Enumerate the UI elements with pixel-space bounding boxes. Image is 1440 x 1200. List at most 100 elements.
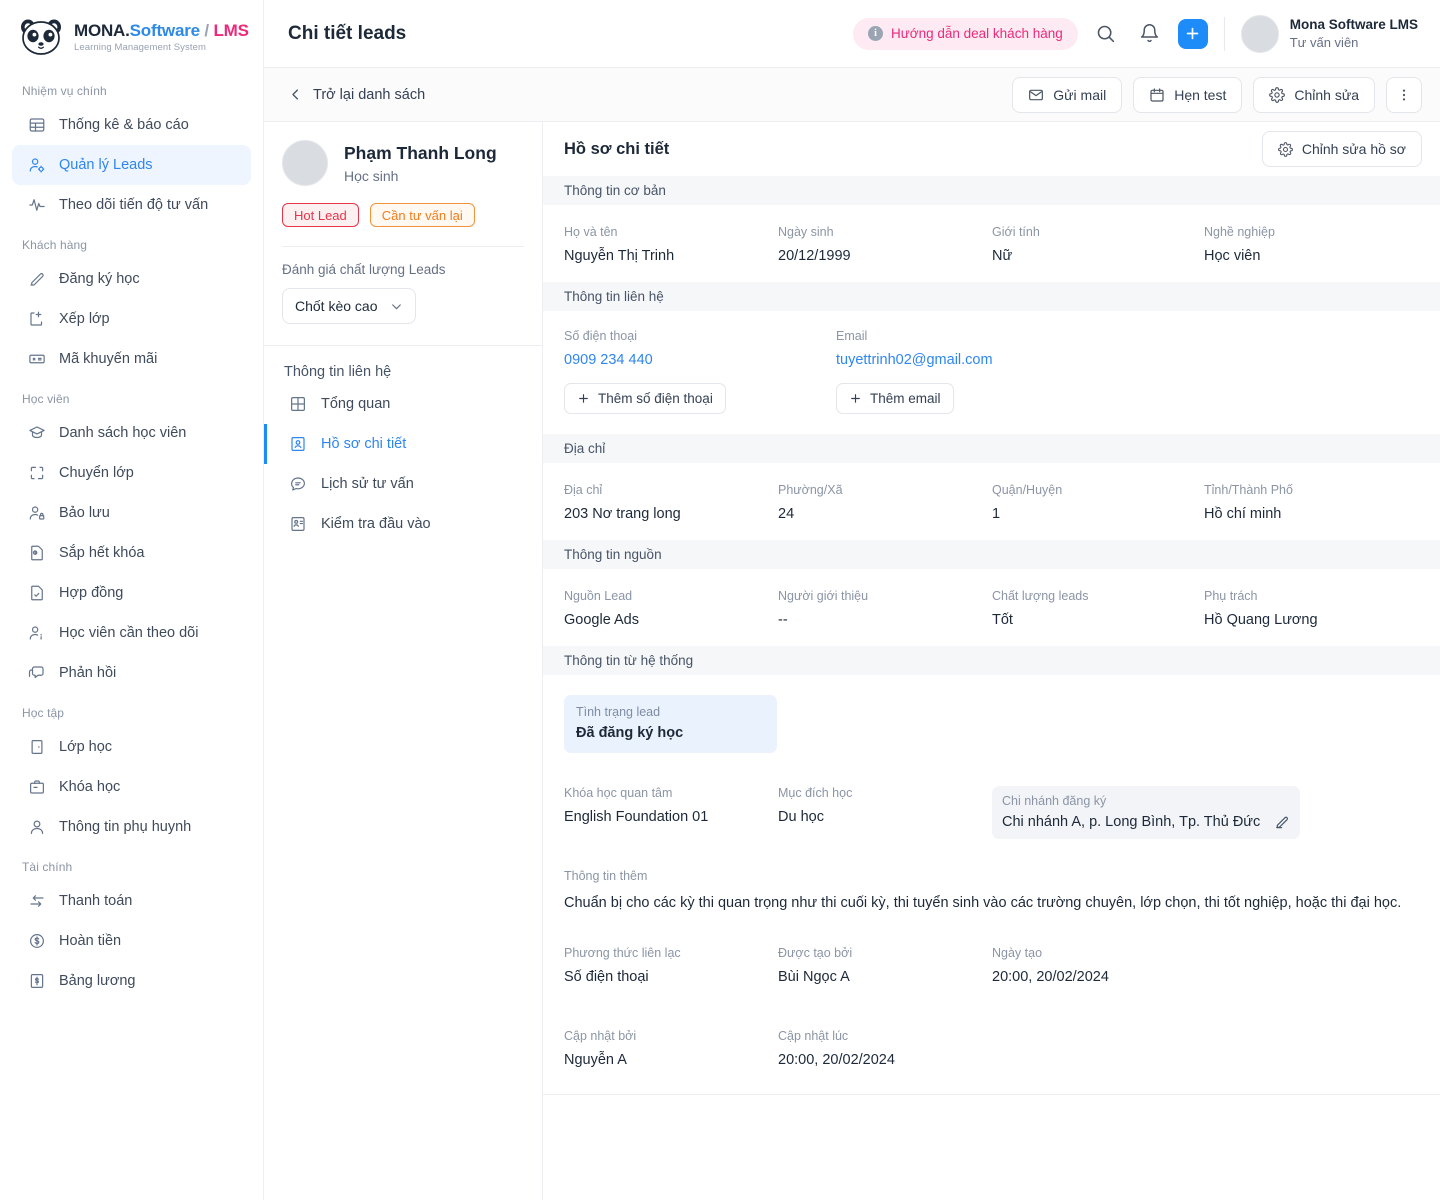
section-header-system: Thông tin từ hệ thống xyxy=(543,646,1440,675)
sidebar-item-phan-hoi[interactable]: Phản hồi xyxy=(12,653,251,693)
subnav-item-label: Tổng quan xyxy=(321,396,391,412)
lead-header: Phạm Thanh Long Học sinh xyxy=(264,140,542,186)
briefcase-icon xyxy=(28,778,46,796)
edit-profile-button[interactable]: Chỉnh sửa hồ sơ xyxy=(1261,131,1422,167)
grid-icon xyxy=(289,395,307,413)
sidebar-item-label: Hoàn tiền xyxy=(59,933,122,949)
plus-icon xyxy=(849,392,862,405)
field-spacer xyxy=(992,1029,1419,1068)
edit-profile-label: Chỉnh sửa hồ sơ xyxy=(1301,141,1406,157)
field-value: Học viên xyxy=(1204,248,1261,264)
sidebar-item-quan-ly-leads[interactable]: Quản lý Leads xyxy=(12,145,251,185)
subnav-item-ho-so-chi-tiet[interactable]: Hồ sơ chi tiết xyxy=(264,424,542,464)
branch-value: Chi nhánh A, p. Long Bình, Tp. Thủ Đức xyxy=(1002,814,1261,830)
send-mail-label: Gửi mail xyxy=(1053,86,1107,103)
sidebar-item-hoc-vien-can-theo-doi[interactable]: Học viên cần theo dõi xyxy=(12,613,251,653)
add-phone-button[interactable]: Thêm số điện thoại xyxy=(564,383,726,414)
status-badge-needs-followup[interactable]: Cần tư vấn lại xyxy=(369,203,475,227)
sidebar-item-thanh-toan[interactable]: Thanh toán xyxy=(12,881,251,921)
field-label: Email xyxy=(836,329,868,343)
sidebar-item-chuyen-lop[interactable]: Chuyển lớp xyxy=(12,453,251,493)
field-street: Địa chỉ 203 Nơ trang long xyxy=(564,483,778,522)
email-value-link[interactable]: tuyettrinh02@gmail.com xyxy=(836,352,993,368)
phone-value-link[interactable]: 0909 234 440 xyxy=(564,352,836,368)
schedule-test-button[interactable]: Hẹn test xyxy=(1133,76,1243,113)
field-value: Du học xyxy=(778,809,824,825)
sidebar-item-khoa-hoc[interactable]: Khóa học xyxy=(12,767,251,807)
plus-icon[interactable] xyxy=(1177,18,1208,49)
sidebar-item-theo-doi-tien-do-tu-van[interactable]: Theo dõi tiến độ tư vấn xyxy=(12,185,251,225)
sidebar-item-label: Sắp hết khóa xyxy=(59,545,145,561)
contact-info-row: Số điện thoại 0909 234 440 Thêm số điện … xyxy=(543,311,1440,434)
ticket-icon xyxy=(28,350,46,368)
avatar xyxy=(1240,14,1279,53)
field-value: 24 xyxy=(778,506,795,522)
user-menu[interactable]: Mona Software LMS Tư vấn viên xyxy=(1240,14,1422,53)
back-to-list-button[interactable]: Trở lại danh sách xyxy=(288,87,425,103)
back-label: Trở lại danh sách xyxy=(313,86,426,103)
sidebar-item-label: Mã khuyến mãi xyxy=(59,351,158,367)
status-badge-hot-lead[interactable]: Hot Lead xyxy=(282,203,359,227)
sidebar-item-ma-khuyen-mai[interactable]: Mã khuyến mãi xyxy=(12,339,251,379)
lead-panel: Phạm Thanh Long Học sinh Hot Lead Cần tư… xyxy=(264,122,543,1200)
field-value: Google Ads xyxy=(564,612,639,628)
promo-banner-button[interactable]: i Hướng dẫn deal khách hàng xyxy=(852,17,1078,50)
edit-button[interactable]: Chỉnh sửa xyxy=(1253,76,1375,113)
sidebar-item-thong-ke-bao-cao[interactable]: Thống kê & báo cáo xyxy=(12,105,251,145)
sidebar-item-hop-dong[interactable]: Hợp đồng xyxy=(12,573,251,613)
sidebar-item-bao-luu[interactable]: Bảo lưu xyxy=(12,493,251,533)
field-label: Khóa học quan tâm xyxy=(564,786,673,800)
subnav-item-lich-su-tu-van[interactable]: Lịch sử tư vấn xyxy=(264,464,542,504)
subnav-item-label: Hồ sơ chi tiết xyxy=(321,436,407,452)
section-header-contact: Thông tin liên hệ xyxy=(543,282,1440,311)
test-icon xyxy=(289,515,307,533)
topbar-actions: i Hướng dẫn deal khách hàng Mona Softwar… xyxy=(852,14,1422,53)
schedule-test-label: Hẹn test xyxy=(1174,86,1227,103)
chevron-left-icon xyxy=(288,87,303,102)
field-value: 20:00, 20/02/2024 xyxy=(778,1052,895,1069)
sidebar-item-sap-het-khoa[interactable]: Sắp hết khóa xyxy=(12,533,251,573)
sidebar-item-xep-lop[interactable]: Xếp lớp xyxy=(12,299,251,339)
field-updated-at: Cập nhật lúc 20:00, 20/02/2024 xyxy=(778,1029,992,1068)
sidebar-item-danh-sach-hoc-vien[interactable]: Danh sách học viên xyxy=(12,413,251,453)
lead-status-value: Đã đăng ký học xyxy=(576,725,684,741)
field-label: Cập nhật bởi xyxy=(564,1029,637,1044)
sidebar-item-hoan-tien[interactable]: Hoàn tiền xyxy=(12,921,251,961)
bell-icon[interactable] xyxy=(1134,18,1166,50)
gear-icon xyxy=(1277,141,1293,157)
subnav-item-kiem-tra-dau-vao[interactable]: Kiểm tra đầu vào xyxy=(264,504,542,544)
lead-quality-select[interactable]: Chốt kèo cao xyxy=(282,288,416,324)
branch-chip[interactable]: Chi nhánh đăng ký Chi nhánh A, p. Long B… xyxy=(992,786,1301,839)
sidebar-nav: Nhiệm vụ chính Thống kê & báo cáo Quản lý … xyxy=(0,71,263,1001)
meta-row-created: Phương thức liên lạc Số điện thoại Được … xyxy=(543,914,1440,985)
lead-status-box: Tình trạng lead Đã đăng ký học xyxy=(564,695,777,753)
info-icon: i xyxy=(867,26,883,41)
detail-header: Hồ sơ chi tiết Chỉnh sửa hồ sơ xyxy=(543,122,1440,176)
more-vertical-icon[interactable] xyxy=(1386,76,1422,113)
brand-logo-block[interactable]: MONA.Software / LMS Learning Management … xyxy=(0,0,263,71)
sidebar-item-thong-tin-phu-huynh[interactable]: Thông tin phụ huynh xyxy=(12,807,251,847)
sidebar-item-label: Phản hồi xyxy=(59,665,117,681)
send-mail-button[interactable]: Gửi mail xyxy=(1012,76,1123,113)
pencil-icon[interactable] xyxy=(1274,814,1290,830)
field-owner: Phụ trách Hồ Quang Lương xyxy=(1204,589,1419,628)
field-value: Nguyễn A xyxy=(564,1052,627,1069)
sidebar-item-bang-luong[interactable]: Bảng lương xyxy=(12,961,251,1001)
sidebar-item-lop-hoc[interactable]: Lớp học xyxy=(12,727,251,767)
lead-role: Học sinh xyxy=(344,167,399,184)
detail-title: Hồ sơ chi tiết xyxy=(564,139,670,158)
chevron-down-icon xyxy=(390,300,403,313)
exchange-icon xyxy=(28,892,46,910)
field-label: Phụ trách xyxy=(1204,589,1258,603)
chat-icon xyxy=(28,664,46,682)
subnav-item-tong-quan[interactable]: Tổng quan xyxy=(264,384,542,424)
action-bar-buttons: Gửi mail Hẹn test Chỉnh sửa xyxy=(1012,76,1422,113)
door-icon xyxy=(28,738,46,756)
add-email-button[interactable]: Thêm email xyxy=(836,383,954,414)
field-label: Phường/Xã xyxy=(778,483,843,497)
sidebar-item-dang-ky-hoc[interactable]: Đăng ký học xyxy=(12,259,251,299)
sidebar-group-label: Học tập xyxy=(22,706,65,720)
brand-lms: LMS xyxy=(213,20,249,40)
edit-label: Chỉnh sửa xyxy=(1294,86,1359,103)
search-icon[interactable] xyxy=(1090,18,1122,50)
